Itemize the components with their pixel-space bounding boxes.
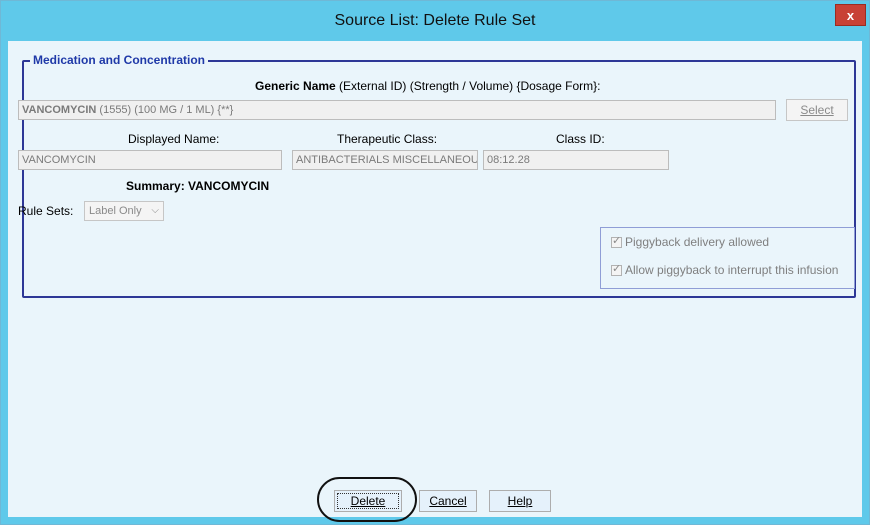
generic-name-value-bold: VANCOMYCIN [22,104,97,116]
piggyback-allowed-checkbox[interactable]: Piggyback delivery allowed [611,234,770,251]
checkbox-checked-icon [611,234,622,248]
class-id-label: Class ID: [556,132,605,146]
therapeutic-class-label: Therapeutic Class: [337,132,438,146]
checkbox-checked-icon [611,262,622,276]
generic-name-header-rest: (External ID) (Strength / Volume) {Dosag… [335,79,601,93]
displayed-name-label: Displayed Name: [128,132,220,146]
generic-name-field[interactable]: VANCOMYCIN (1555) (100 MG / 1 ML) {**} [18,100,776,120]
dialog-window: Source List: Delete Rule Set x Medicatio… [0,0,870,525]
generic-name-header: Generic Name (External ID) (Strength / V… [255,79,601,93]
generic-name-value-rest: (1555) (100 MG / 1 ML) {**} [96,104,234,116]
displayed-name-field[interactable]: VANCOMYCIN [18,150,282,170]
help-button-label: Help [507,494,533,508]
summary-label: Summary: VANCOMYCIN [126,179,270,193]
rule-sets-value: Label Only [89,205,142,217]
piggyback-interrupt-label: Allow piggyback to interrupt this infusi… [625,263,839,277]
chevron-down-icon: ⌵ [151,205,159,216]
highlight-oval [317,477,417,522]
piggyback-options: Piggyback delivery allowed Allow piggyba… [600,227,855,289]
window-title: Source List: Delete Rule Set [334,12,536,29]
rule-sets-label: Rule Sets: [18,204,74,218]
group-title: Medication and Concentration [30,53,209,67]
help-button[interactable]: Help [489,490,551,512]
select-button-label: Select [800,103,834,117]
title-bar[interactable]: Source List: Delete Rule Set x [1,1,869,41]
select-button[interactable]: Select [786,99,848,121]
rule-sets-select[interactable]: Label Only ⌵ [84,201,164,221]
cancel-button-label: Cancel [429,494,467,508]
cancel-button[interactable]: Cancel [419,490,477,512]
class-id-field[interactable]: 08:12.28 [483,150,669,170]
therapeutic-class-field[interactable]: ANTIBACTERIALS MISCELLANEOU [292,150,478,170]
dialog-body: Medication and Concentration Generic Nam… [8,41,862,517]
piggyback-allowed-label: Piggyback delivery allowed [625,235,770,249]
generic-name-header-bold: Generic Name [255,79,336,93]
close-button[interactable]: x [835,4,866,26]
close-icon: x [846,8,855,23]
piggyback-interrupt-checkbox[interactable]: Allow piggyback to interrupt this infusi… [611,262,839,279]
